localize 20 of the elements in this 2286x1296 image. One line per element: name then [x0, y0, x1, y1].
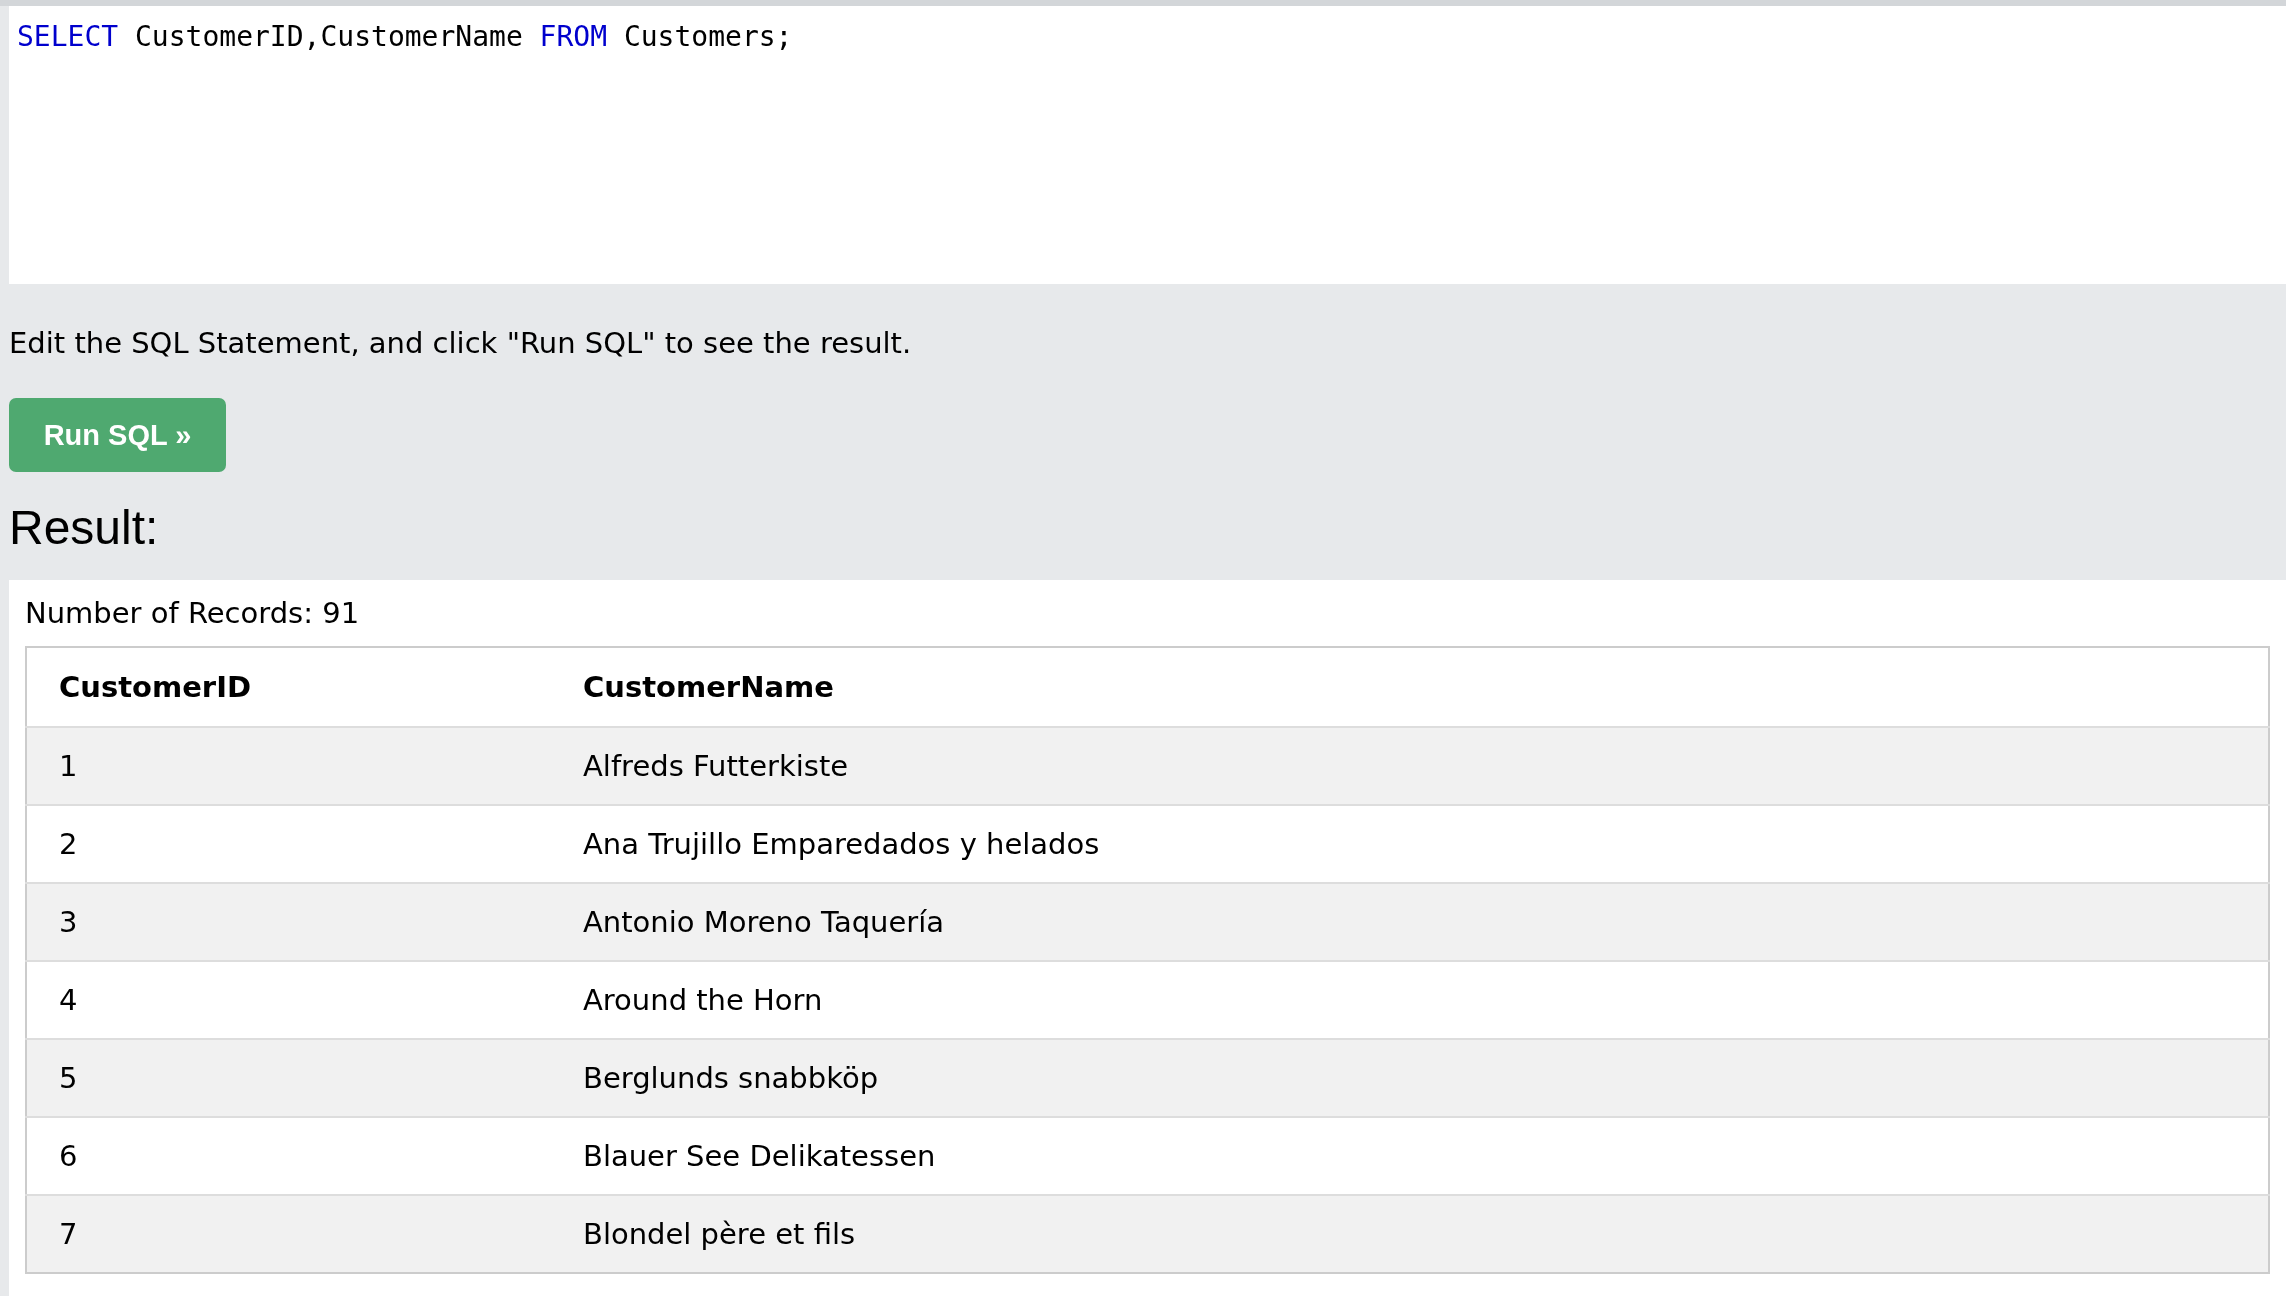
table-cell: Antonio Moreno Taquería — [551, 883, 2269, 961]
table-cell: 6 — [26, 1117, 551, 1195]
table-cell: 7 — [26, 1195, 551, 1273]
instructions-text: Edit the SQL Statement, and click "Run SQL" to see the result. — [9, 326, 913, 360]
table-cell: Around the Horn — [551, 961, 2269, 1039]
table-cell: 2 — [26, 805, 551, 883]
column-header: CustomerName — [551, 647, 2269, 727]
table-cell: Blondel père et fils — [551, 1195, 2269, 1273]
table-cell: 1 — [26, 727, 551, 805]
table-cell: 3 — [26, 883, 551, 961]
result-heading: Result: — [9, 500, 160, 556]
sql-editor[interactable]: SELECT CustomerID,CustomerName FROM Customers; — [9, 6, 2286, 284]
table-cell: Blauer See Delikatessen — [551, 1117, 2269, 1195]
record-count: Number of Records: 91 — [25, 596, 361, 630]
table-cell: 4 — [26, 961, 551, 1039]
table-cell: 5 — [26, 1039, 551, 1117]
table-cell: Ana Trujillo Emparedados y helados — [551, 805, 2269, 883]
column-header: CustomerID — [26, 647, 551, 727]
table-cell: Alfreds Futterkiste — [551, 727, 2269, 805]
table-cell: Berglunds snabbköp — [551, 1039, 2269, 1117]
